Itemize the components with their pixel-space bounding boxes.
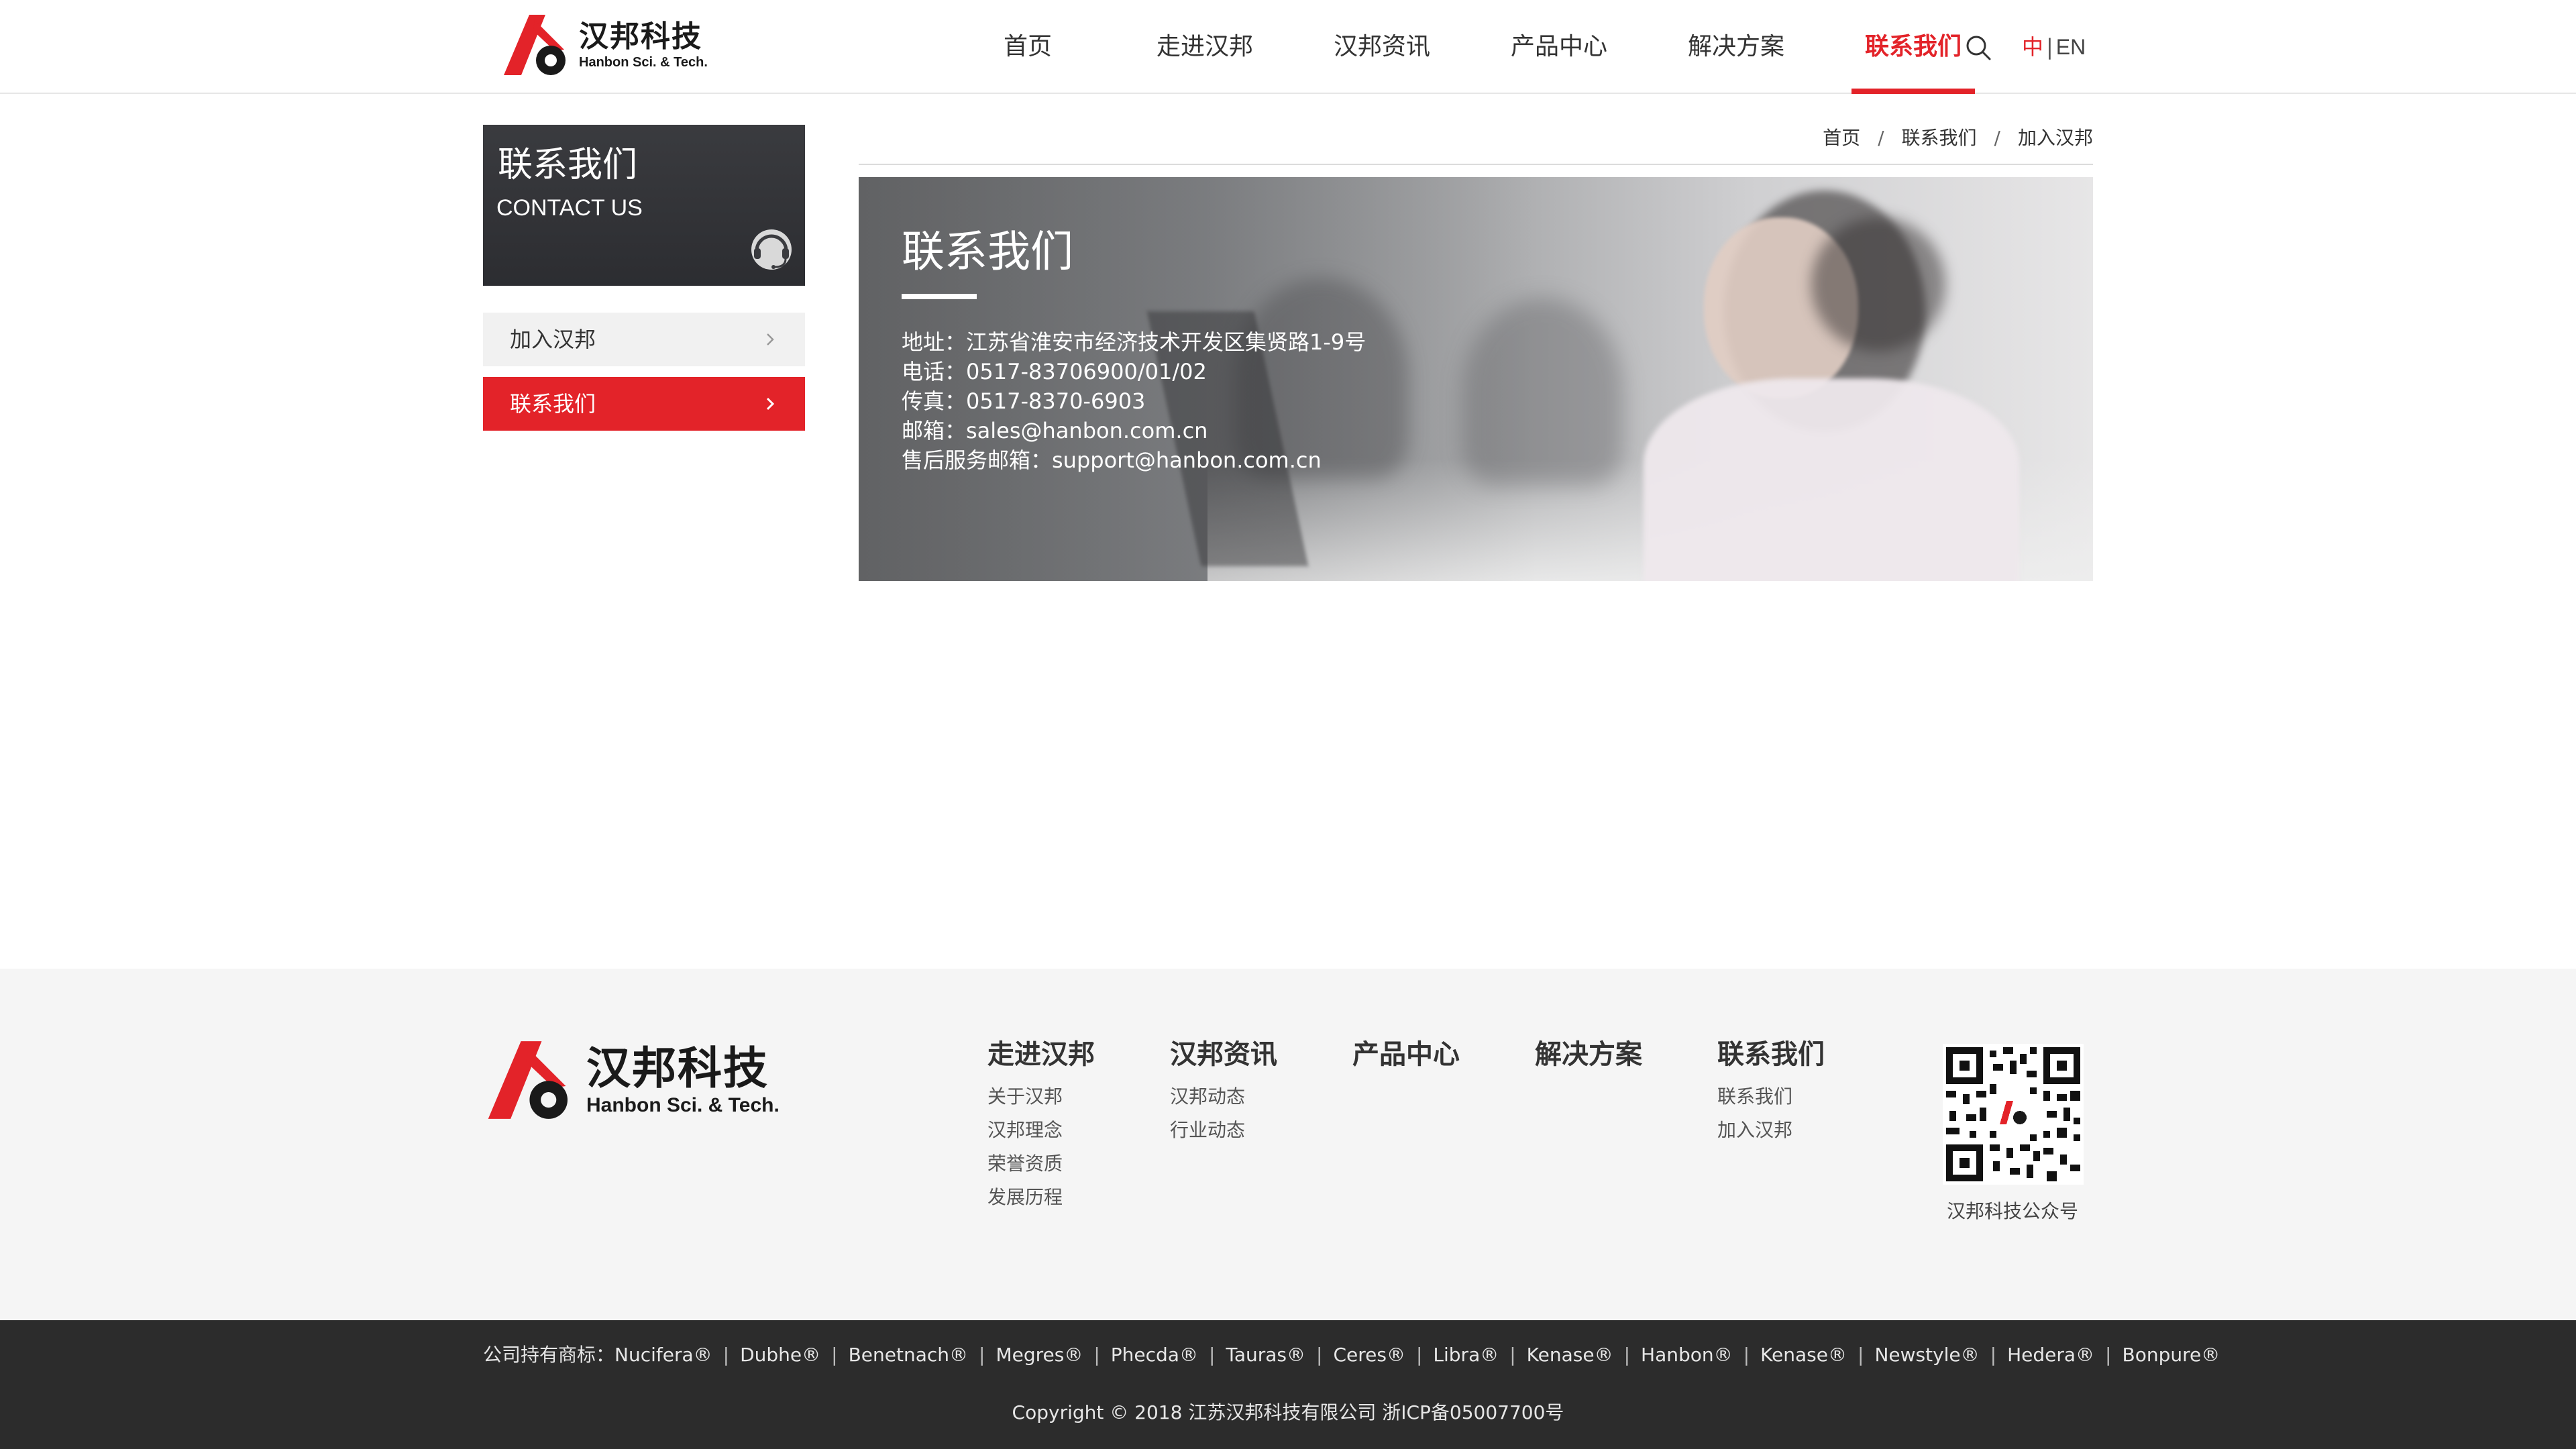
footer-col-title[interactable]: 汉邦资讯 bbox=[1170, 1036, 1277, 1073]
footer-link[interactable]: 发展历程 bbox=[987, 1181, 1095, 1214]
footer-col-solutions: 解决方案 bbox=[1535, 1036, 1642, 1080]
nav-about[interactable]: 走进汉邦 bbox=[1116, 0, 1293, 93]
lang-zh[interactable]: 中 bbox=[2022, 34, 2043, 60]
trademark-separator: | bbox=[1858, 1344, 1864, 1366]
qr-code-label: 汉邦科技公众号 bbox=[1946, 1200, 2078, 1222]
sidebar-header: 联系我们 CONTACT US bbox=[483, 125, 805, 286]
trademark-separator: | bbox=[722, 1344, 730, 1366]
lang-en[interactable]: EN bbox=[2056, 35, 2086, 59]
contact-email[interactable]: 邮箱：sales@hanbon.com.cn bbox=[902, 416, 1366, 445]
trademark-separator: | bbox=[1623, 1344, 1631, 1366]
footer-link[interactable]: 加入汉邦 bbox=[1717, 1114, 1825, 1147]
logo-mark-icon bbox=[504, 15, 566, 75]
logo-text-en: Hanbon Sci. & Tech. bbox=[579, 55, 708, 70]
trademark-separator: | bbox=[831, 1344, 838, 1366]
trademark-item: Bonpure® bbox=[2122, 1344, 2220, 1366]
trademark-item: Libra® bbox=[1433, 1344, 1499, 1366]
sidebar-item-join[interactable]: 加入汉邦 bbox=[483, 313, 805, 366]
trademark-item: Hanbon® bbox=[1641, 1344, 1733, 1366]
trademark-separator: | bbox=[1316, 1344, 1323, 1366]
footer-link[interactable]: 荣誉资质 bbox=[987, 1147, 1095, 1181]
trademark-item: Ceres® bbox=[1333, 1344, 1405, 1366]
qr-code-icon bbox=[1943, 1044, 2084, 1185]
footer-bottom-bar: 公司持有商标：Nucifera® | Dubhe® | Benetnach® | Megre… bbox=[0, 1320, 2576, 1449]
nav-news[interactable]: 汉邦资讯 bbox=[1293, 0, 1470, 93]
footer-col-title[interactable]: 产品中心 bbox=[1352, 1036, 1460, 1073]
chevron-right-icon bbox=[767, 333, 774, 345]
search-icon[interactable] bbox=[1964, 34, 1992, 62]
trademark-separator: | bbox=[2105, 1344, 2112, 1366]
trademark-item: Dubhe® bbox=[740, 1344, 821, 1366]
breadcrumb: 首页 / 联系我们 / 加入汉邦 bbox=[859, 123, 2093, 165]
headset-icon bbox=[751, 229, 792, 270]
trademark-separator: | bbox=[1208, 1344, 1216, 1366]
contact-address: 地址：江苏省淮安市经济技术开发区集贤路1-9号 bbox=[902, 329, 1366, 355]
contact-fax: 传真：0517-8370-6903 bbox=[902, 388, 1146, 414]
trademark-item: Kenase® bbox=[1526, 1344, 1613, 1366]
trademark-separator: | bbox=[1093, 1344, 1100, 1366]
logo-mark-icon bbox=[488, 1041, 568, 1119]
sidebar-item-label: 加入汉邦 bbox=[510, 327, 596, 352]
nav-products[interactable]: 产品中心 bbox=[1470, 0, 1648, 93]
footer-col-title[interactable]: 解决方案 bbox=[1535, 1036, 1642, 1073]
trademark-item: Hedera® bbox=[2007, 1344, 2095, 1366]
breadcrumb-current[interactable]: 加入汉邦 bbox=[2018, 127, 2093, 149]
footer-col-products: 产品中心 bbox=[1352, 1036, 1460, 1080]
footer-link[interactable]: 关于汉邦 bbox=[987, 1080, 1095, 1114]
logo-text-cn: 汉邦科技 bbox=[579, 19, 702, 54]
trademark-item: Benetnach® bbox=[848, 1344, 969, 1366]
trademark-item: Newstyle® bbox=[1874, 1344, 1980, 1366]
trademark-separator: | bbox=[1415, 1344, 1423, 1366]
main-nav: 首页 走进汉邦 汉邦资讯 产品中心 解决方案 联系我们 bbox=[939, 0, 1975, 94]
trademark-separator: | bbox=[979, 1344, 985, 1366]
footer-col-about: 走进汉邦 关于汉邦 汉邦理念 荣誉资质 发展历程 bbox=[987, 1036, 1095, 1214]
breadcrumb-contact[interactable]: 联系我们 bbox=[1902, 127, 1977, 149]
breadcrumb-separator: / bbox=[1878, 127, 1884, 149]
trademark-list: 公司持有商标：Nucifera® | Dubhe® | Benetnach® | Megre… bbox=[483, 1340, 2220, 1370]
site-header: 汉邦科技 Hanbon Sci. & Tech. 首页 走进汉邦 汉邦资讯 产品… bbox=[0, 0, 2576, 94]
nav-contact[interactable]: 联系我们 bbox=[1851, 0, 1975, 94]
site-footer: 汉邦科技 Hanbon Sci. & Tech. 走进汉邦 关于汉邦 汉邦理念 … bbox=[0, 969, 2576, 1320]
trademark-separator: | bbox=[1509, 1344, 1516, 1366]
footer-link[interactable]: 联系我们 bbox=[1717, 1080, 1825, 1114]
footer-col-title[interactable]: 走进汉邦 bbox=[987, 1036, 1095, 1073]
site-logo[interactable]: 汉邦科技 Hanbon Sci. & Tech. bbox=[500, 13, 708, 76]
sidebar-title-cn: 联系我们 bbox=[498, 145, 638, 185]
nav-home[interactable]: 首页 bbox=[939, 0, 1116, 93]
contact-banner: 联系我们 地址：江苏省淮安市经济技术开发区集贤路1-9号 电话：0517-837… bbox=[859, 177, 2093, 581]
contact-phone: 电话：0517-83706900/01/02 bbox=[902, 359, 1207, 384]
copyright-text: Copyright © 2018 江苏汉邦科技有限公司 浙ICP备0500770… bbox=[1012, 1401, 1564, 1424]
sidebar-item-label: 联系我们 bbox=[510, 391, 596, 417]
footer-col-title[interactable]: 联系我们 bbox=[1717, 1036, 1825, 1073]
nav-solutions[interactable]: 解决方案 bbox=[1648, 0, 1825, 93]
footer-link[interactable]: 汉邦理念 bbox=[987, 1114, 1095, 1147]
trademark-separator: | bbox=[1743, 1344, 1750, 1366]
banner-title: 联系我们 bbox=[902, 227, 1073, 277]
footer-col-contact: 联系我们 联系我们 加入汉邦 bbox=[1717, 1036, 1825, 1147]
contact-info: 地址：江苏省淮安市经济技术开发区集贤路1-9号 电话：0517-83706900… bbox=[902, 327, 1366, 475]
trademark-item: Nucifera® bbox=[614, 1344, 712, 1366]
language-switcher: 中 | EN bbox=[2022, 32, 2086, 62]
contact-support-email[interactable]: 售后服务邮箱：support@hanbon.com.cn bbox=[902, 445, 1366, 475]
trademark-item: Phecda® bbox=[1110, 1344, 1198, 1366]
footer-logo-text-en: Hanbon Sci. & Tech. bbox=[586, 1094, 780, 1116]
banner-title-underline bbox=[902, 294, 977, 299]
trademark-separator: | bbox=[1990, 1344, 1997, 1366]
footer-col-news: 汉邦资讯 汉邦动态 行业动态 bbox=[1170, 1036, 1277, 1147]
breadcrumb-separator: / bbox=[1994, 127, 2000, 149]
trademark-prefix: 公司持有商标： bbox=[483, 1344, 615, 1366]
sidebar-item-contact[interactable]: 联系我们 bbox=[483, 377, 805, 431]
breadcrumb-home[interactable]: 首页 bbox=[1823, 127, 1860, 149]
footer-logo-text-cn: 汉邦科技 bbox=[586, 1042, 769, 1094]
footer-link[interactable]: 行业动态 bbox=[1170, 1114, 1277, 1147]
footer-logo[interactable]: 汉邦科技 Hanbon Sci. & Tech. bbox=[483, 1033, 780, 1127]
sidebar-title-en: CONTACT US bbox=[496, 195, 643, 221]
trademark-item: Kenase® bbox=[1760, 1344, 1847, 1366]
trademark-item: Megres® bbox=[996, 1344, 1083, 1366]
lang-separator: | bbox=[2046, 34, 2053, 60]
footer-link[interactable]: 汉邦动态 bbox=[1170, 1080, 1277, 1114]
trademark-item: Tauras® bbox=[1226, 1344, 1306, 1366]
chevron-right-icon bbox=[766, 397, 775, 411]
